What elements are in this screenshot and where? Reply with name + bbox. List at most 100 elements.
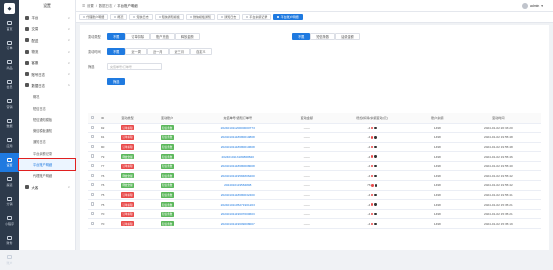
tab-item[interactable]: 通知日志 [217,13,241,20]
row-checkbox[interactable] [91,183,95,187]
filter-time-row: 变动时间 不限 近一周 近一月 近三月 自定义 [88,48,212,55]
row-checkbox[interactable] [91,154,95,158]
order-link[interactable]: 20240101119609008007 [221,222,255,226]
filter-button[interactable]: 筛选 [107,78,126,85]
sidebar-sub-item[interactable]: 短信通知模板 [19,114,75,125]
rail-item-12[interactable]: 账户 [0,250,19,270]
rail-item-2[interactable]: 商品 [0,55,19,75]
rail-item-7[interactable]: 设置 [0,152,19,172]
rail-item-label: 财务 [6,241,13,245]
cell-balance: 1498 [418,142,456,153]
filter-option[interactable]: 自定义 [190,48,212,55]
filter-option[interactable]: 近一月 [146,48,169,55]
order-link[interactable]: 20240101118680032400 [221,193,255,197]
filter-option[interactable]: 近三月 [168,48,191,55]
filter-option[interactable]: 释放金额 [174,33,200,40]
sidebar-sub-item[interactable]: 平台余额记录 [19,148,75,159]
column-header: 变动账户 [147,113,188,124]
order-link[interactable]: 2024010113180868820 [222,155,254,159]
change-indicator: -4 [367,135,377,139]
rail-item-10[interactable]: 小程序 [0,211,19,231]
user-menu[interactable]: admin ▾ [522,2,543,9]
row-checkbox[interactable] [91,221,95,225]
order-link[interactable]: 20240101119607000603 [221,212,255,216]
filter-option[interactable]: 话费金额 [335,33,360,40]
order-link[interactable]: 20240101105271901203 [221,203,255,207]
tab-item[interactable]: 代理账户明细 [79,13,109,20]
sidebar-group-last[interactable]: 大客 ∨ [19,181,75,192]
sidebar-sub-item[interactable]: 平台账户明细 [18,157,76,172]
change-up-icon [371,193,374,197]
order-link[interactable]: 20240101120000000773 [221,126,255,130]
filter-option[interactable]: 短信条数 [310,33,336,40]
sidebar-group-label: 数据日志 [31,83,46,88]
tab-item[interactable]: 概况 [110,13,128,20]
sidebar-group-0[interactable]: 平台 ∨ [19,12,75,23]
filter-option[interactable]: 订单扣除 [125,33,151,40]
row-checkbox[interactable] [91,144,95,149]
row-checkbox[interactable] [91,135,95,139]
tab-item[interactable]: 短信通知模板 [154,13,184,20]
sidebar-group-expanded[interactable]: 数据日志 ∧ [19,80,75,91]
cell-id: 76 [97,170,108,182]
row-select-cell [88,161,98,172]
select-all-checkbox[interactable] [91,115,95,119]
row-checkbox[interactable] [91,212,95,216]
tab-item[interactable]: 短信日志 [129,13,153,20]
row-checkbox[interactable] [91,164,95,168]
rail-item-5[interactable]: 数据 [0,114,19,134]
menu-toggle-icon[interactable]: ☰ [82,4,85,8]
rail-item-6[interactable]: 应用 [0,133,19,153]
cell-id: 79 [97,151,108,162]
change-down-icon [374,126,377,129]
row-select-cell [88,209,98,220]
row-checkbox[interactable] [91,202,95,206]
order-link[interactable]: 20240101119584806200 [221,174,255,178]
type-badge: 释放金额 [120,153,135,160]
cell-time: 2024-01-02 19:55:48 [455,132,541,143]
cell-change: -4 [325,161,419,172]
filter-option[interactable]: 不限 [292,33,311,40]
order-link[interactable]: 20240101118680010608 [221,145,255,149]
change-down-icon [374,155,377,158]
rail-item-1[interactable]: 订单 [0,36,19,56]
breadcrumb-home[interactable]: 设置 [87,3,94,8]
chevron-down-icon: ∨ [67,15,70,20]
row-checkbox[interactable] [91,192,95,197]
breadcrumb-parent[interactable]: 数据日志 [99,3,113,8]
filter-option[interactable]: 近一周 [125,48,147,55]
sidebar-sub-item[interactable]: 微信模板通知 [19,125,75,136]
order-link[interactable]: 2024010119584808 [224,183,251,187]
rail-item-label: 商品 [6,65,13,70]
filter-option[interactable]: 账户充值 [150,33,175,40]
group-icon [25,72,29,77]
sidebar-sub-item[interactable]: 短信日志 [19,102,75,113]
sidebar-group-4[interactable]: 客服 ∨ [19,57,75,68]
order-link[interactable]: 20240101118680008008 [221,164,255,168]
rail-item-3[interactable]: 会员 [0,75,19,95]
order-link[interactable]: 20240101118680010808 [221,135,255,139]
sidebar-group-2[interactable]: 配送 ∨ [19,35,75,46]
sidebar-sub-item[interactable]: 代理账户明细 [19,170,75,181]
filter-option[interactable]: 不限 [107,48,126,55]
change-up-icon [371,164,374,168]
cell-balance: 1498 [418,180,456,191]
rail-item-11[interactable]: 财务 [0,231,19,251]
rail-item-0[interactable]: 首页 [0,16,19,36]
rail-item-4[interactable]: 营销 [0,94,19,114]
sidebar-sub-item[interactable]: 通知日志 [19,136,75,147]
sidebar-group-3[interactable]: 物流 ∨ [19,46,75,57]
rail-item-9[interactable]: 分销 [0,192,19,212]
tab-item[interactable]: 平台余额记录 [242,13,272,20]
chevron-down-icon: ∨ [67,185,70,190]
sidebar-group-1[interactable]: 交易 ∨ [19,23,75,34]
tab-item[interactable]: 微信模板通知 [185,13,216,20]
row-checkbox[interactable] [91,173,95,177]
filter-option[interactable]: 不限 [107,33,126,40]
row-checkbox[interactable] [91,125,95,129]
rail-item-8[interactable]: 渠道 [0,172,19,192]
sidebar-sub-item[interactable]: 概况 [19,91,75,102]
tab-item[interactable]: 平台账户明细 [273,13,303,20]
search-input[interactable]: 充值单号/订单号 [107,63,162,70]
sidebar-group-5[interactable]: 账号日志 ∨ [19,68,75,79]
